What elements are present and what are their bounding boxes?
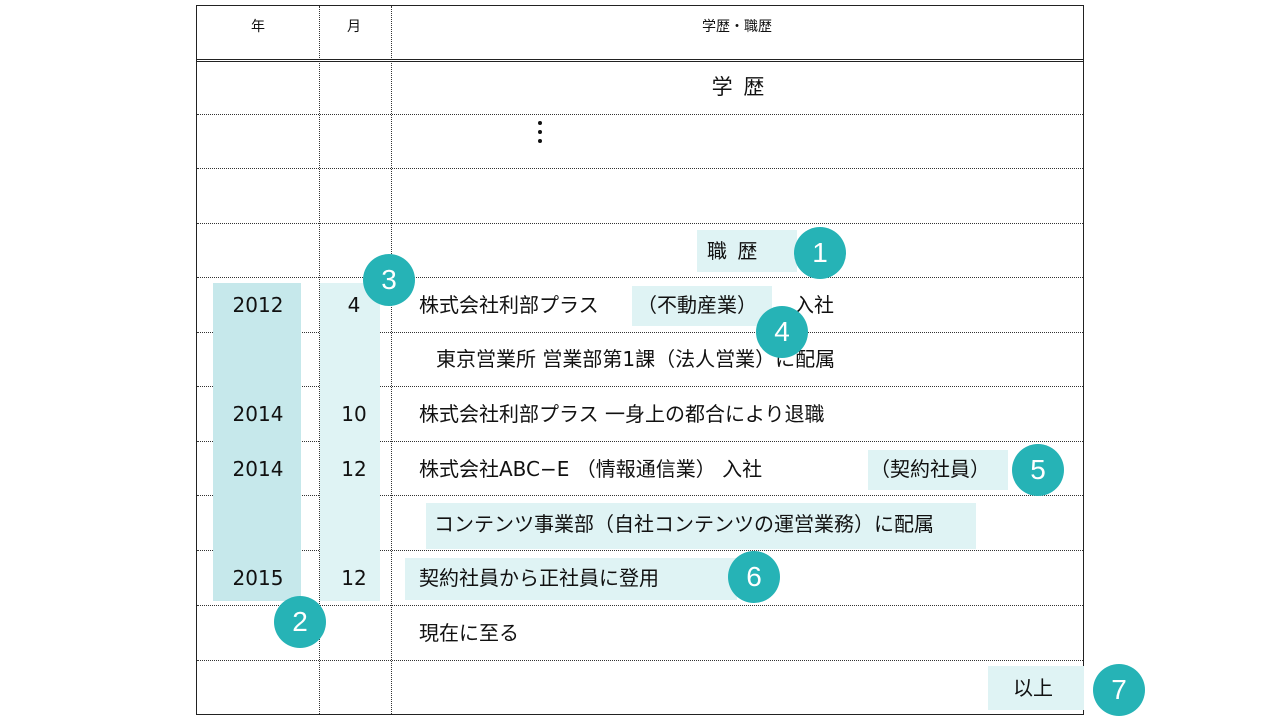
row-divider <box>197 168 1083 169</box>
row1-join: 入社 <box>794 293 834 317</box>
column-divider-month-history <box>391 6 392 714</box>
row4-company: 株式会社ABC−E （情報通信業） 入社 <box>419 457 763 481</box>
vertical-ellipsis-icon <box>538 121 542 148</box>
row3-month: 10 <box>341 402 367 426</box>
row-divider <box>197 223 1083 224</box>
closing-text: 以上 <box>1013 676 1053 700</box>
badge-3: 3 <box>363 254 415 306</box>
badge-2: 2 <box>274 596 326 648</box>
education-heading: 学 歴 <box>711 75 767 99</box>
row1-industry: （不動産業） <box>637 293 757 317</box>
row1-year: 2012 <box>232 293 284 317</box>
row-divider <box>197 277 1083 278</box>
row-divider <box>197 114 1083 115</box>
row1-month: 4 <box>347 293 361 317</box>
row1-company: 株式会社利部プラス <box>419 293 599 317</box>
row4-employment-type: （契約社員） <box>870 457 990 481</box>
work-heading: 職 歴 <box>707 239 760 263</box>
row5-text: コンテンツ事業部（自社コンテンツの運営業務）に配属 <box>434 512 934 536</box>
badge-1: 1 <box>794 227 846 279</box>
row-divider <box>197 660 1083 661</box>
year-column-highlight <box>213 283 301 601</box>
badge-4: 4 <box>756 306 808 358</box>
header-divider <box>197 59 1083 62</box>
row3-text: 株式会社利部プラス 一身上の都合により退職 <box>419 402 825 426</box>
badge-7: 7 <box>1093 664 1145 716</box>
row-divider <box>197 605 1083 606</box>
row4-year: 2014 <box>232 457 284 481</box>
badge-5: 5 <box>1012 444 1064 496</box>
badge-6: 6 <box>728 551 780 603</box>
row3-year: 2014 <box>232 402 284 426</box>
row4-month: 12 <box>341 457 367 481</box>
row6-year: 2015 <box>232 566 284 590</box>
row7-text: 現在に至る <box>419 621 519 645</box>
row6-month: 12 <box>341 566 367 590</box>
header-history: 学歴・職歴 <box>702 19 772 35</box>
month-column-highlight <box>320 283 380 601</box>
header-year: 年 <box>251 19 265 35</box>
header-month: 月 <box>347 19 361 35</box>
row6-text: 契約社員から正社員に登用 <box>419 566 659 590</box>
